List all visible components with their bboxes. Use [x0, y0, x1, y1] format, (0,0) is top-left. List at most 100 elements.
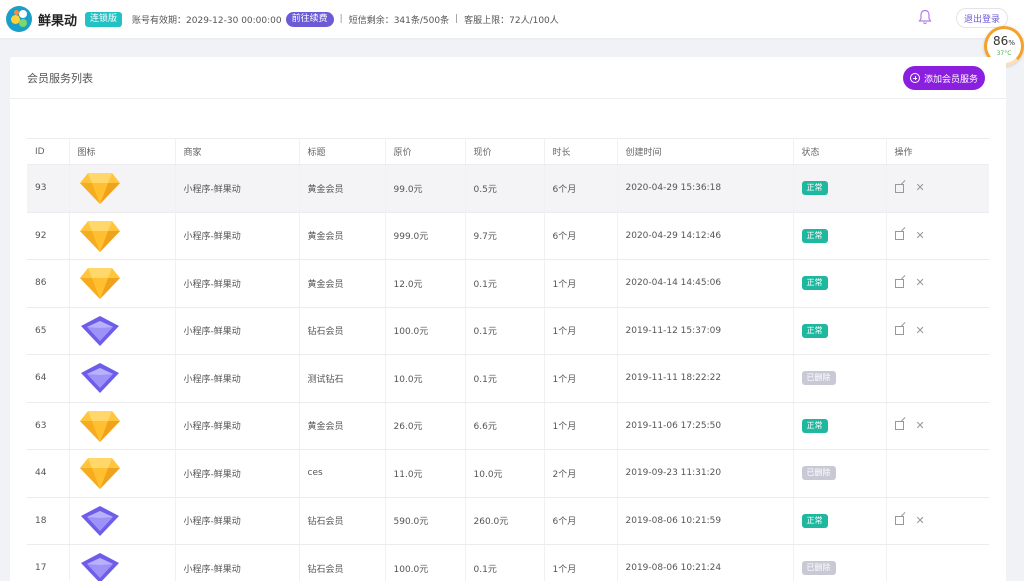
cell-original-price: 12.0元 — [385, 259, 466, 308]
edit-icon[interactable] — [894, 278, 904, 288]
cell-status: 已删除 — [793, 449, 887, 498]
cell-actions: ✕ — [886, 259, 990, 308]
cell-merchant: 小程序-鲜果动 — [175, 212, 300, 260]
table-row: 86 小程序-鲜果动 黄金会员 12.0元 0.1元 1个月 2020-04-14 14:4… — [27, 259, 990, 308]
cell-created-time: 2019-11-06 17:25:50 — [617, 402, 794, 450]
edit-icon[interactable] — [894, 183, 904, 193]
cell-status: 正常 — [793, 402, 887, 450]
renew-button[interactable]: 前往续费 — [285, 11, 334, 27]
expiry-text: 账号有效期：2029-12-30 00:00:00 — [132, 15, 282, 26]
add-button-label: 添加会员服务 — [923, 74, 978, 85]
cell-duration: 6个月 — [544, 164, 618, 213]
delete-icon[interactable]: ✕ — [916, 182, 925, 193]
status-badge: 已删除 — [801, 561, 836, 576]
delete-icon[interactable]: ✕ — [916, 230, 925, 241]
cell-duration: 6个月 — [544, 497, 618, 545]
cell-original-price: 26.0元 — [385, 402, 466, 450]
cell-merchant: 小程序-鲜果动 — [175, 354, 300, 403]
cell-title: 钻石会员 — [299, 497, 386, 545]
delete-icon[interactable]: ✕ — [916, 515, 925, 526]
col-icon: 图标 — [69, 138, 176, 165]
cell-duration: 1个月 — [544, 354, 618, 403]
col-actions: 操作 — [886, 138, 989, 165]
status-badge: 正常 — [801, 228, 828, 243]
cell-merchant: 小程序-鲜果动 — [175, 402, 300, 450]
bell-icon[interactable] — [918, 9, 932, 25]
logo[interactable] — [6, 6, 32, 32]
status-badge: 正常 — [801, 513, 828, 528]
cell-id: 92 — [27, 212, 70, 260]
col-duration: 时长 — [544, 138, 618, 165]
cell-created-time: 2019-09-23 11:31:20 — [617, 449, 794, 498]
purple-gem-icon — [80, 363, 119, 394]
gold-gem-icon — [79, 410, 120, 442]
cell-icon — [69, 164, 176, 213]
table-row: 17 小程序-鲜果动 钻石会员 100.0元 0.1元 1个月 2019-08-06 10:… — [27, 544, 989, 581]
row-actions: ✕ — [894, 420, 990, 431]
cell-title: 黄金会员 — [299, 164, 386, 213]
separator: | — [455, 14, 459, 24]
status-badge: 正常 — [801, 418, 828, 433]
cell-icon — [69, 402, 176, 450]
cell-current-price: 6.6元 — [465, 402, 545, 450]
edit-icon[interactable] — [894, 421, 904, 431]
cell-status: 正常 — [793, 164, 887, 213]
purple-gem-icon — [80, 505, 119, 536]
cell-duration: 6个月 — [544, 212, 618, 260]
status-badge: 正常 — [801, 323, 828, 338]
edit-icon[interactable] — [894, 326, 904, 336]
cell-icon — [69, 497, 176, 545]
delete-icon[interactable]: ✕ — [916, 420, 925, 431]
col-merchant: 商家 — [175, 138, 300, 165]
col-status: 状态 — [793, 138, 887, 165]
cell-id: 63 — [27, 402, 70, 450]
table-row: 93 小程序-鲜果动 黄金会员 99.0元 0.5元 6个月 2020-04-29 15:3… — [27, 164, 989, 213]
delete-icon[interactable]: ✕ — [916, 325, 925, 336]
edition-badge: 连锁版 — [85, 11, 123, 27]
cell-actions — [886, 354, 989, 403]
table-header-row: ID 图标 商家 标题 原价 现价 时长 创建时间 状态 操作 — [27, 138, 989, 165]
cell-actions: ✕ — [886, 402, 989, 450]
cell-title: 黄金会员 — [299, 212, 386, 260]
cell-current-price: 0.1元 — [465, 544, 545, 581]
table-row: 18 小程序-鲜果动 钻石会员 590.0元 260.0元 6个月 2019-08-06 1… — [27, 497, 989, 545]
cell-title: 测试钻石 — [299, 354, 386, 403]
cell-original-price: 99.0元 — [385, 164, 466, 213]
edit-icon[interactable] — [894, 231, 904, 241]
add-member-service-button[interactable]: 添加会员服务 — [903, 66, 985, 90]
col-id: ID — [27, 138, 70, 165]
cell-created-time: 2020-04-29 14:12:46 — [617, 212, 794, 260]
table-row: 64 小程序-鲜果动 测试钻石 10.0元 0.1元 1个月 2019-11-11 18:2… — [27, 354, 989, 403]
cell-actions: ✕ — [886, 212, 989, 260]
cell-actions — [886, 449, 989, 498]
delete-icon[interactable]: ✕ — [916, 277, 925, 288]
cell-icon — [69, 307, 176, 355]
cell-icon — [69, 354, 176, 403]
cell-duration: 1个月 — [544, 307, 618, 355]
card-header: 会员服务列表 — [10, 57, 1006, 99]
cell-merchant: 小程序-鲜果动 — [175, 544, 300, 581]
member-service-table: ID 图标 商家 标题 原价 现价 时长 创建时间 状态 操作 93 小程序-鲜果… — [27, 138, 989, 581]
cell-merchant: 小程序-鲜果动 — [175, 449, 300, 498]
table-row: 63 小程序-鲜果动 黄金会员 26.0元 6.6元 1个月 2019-11-06 17:2… — [27, 402, 989, 450]
cell-title: 黄金会员 — [299, 402, 386, 450]
cell-icon — [69, 449, 176, 498]
logout-button[interactable]: 退出登录 — [956, 8, 1008, 28]
cell-merchant: 小程序-鲜果动 — [175, 259, 300, 308]
edit-icon[interactable] — [894, 516, 904, 526]
col-title: 标题 — [299, 138, 386, 165]
cell-icon — [69, 544, 176, 581]
row-actions: ✕ — [894, 277, 990, 288]
status-badge: 已删除 — [801, 371, 836, 386]
cell-id: 65 — [27, 307, 70, 355]
account-info: 账号有效期：2029-12-30 00:00:00 前往续费 | 短信剩余：34… — [132, 11, 559, 27]
purple-gem-icon — [80, 553, 119, 581]
cell-id: 18 — [27, 497, 70, 545]
cell-id: 44 — [27, 449, 70, 498]
sms-remaining: 短信剩余：341条/500条 — [348, 15, 450, 26]
cell-status: 正常 — [793, 259, 887, 308]
cell-created-time: 2020-04-29 15:36:18 — [617, 164, 794, 213]
cell-actions: ✕ — [886, 164, 989, 213]
cell-current-price: 9.7元 — [465, 212, 545, 260]
cell-created-time: 2019-08-06 10:21:24 — [617, 544, 794, 581]
